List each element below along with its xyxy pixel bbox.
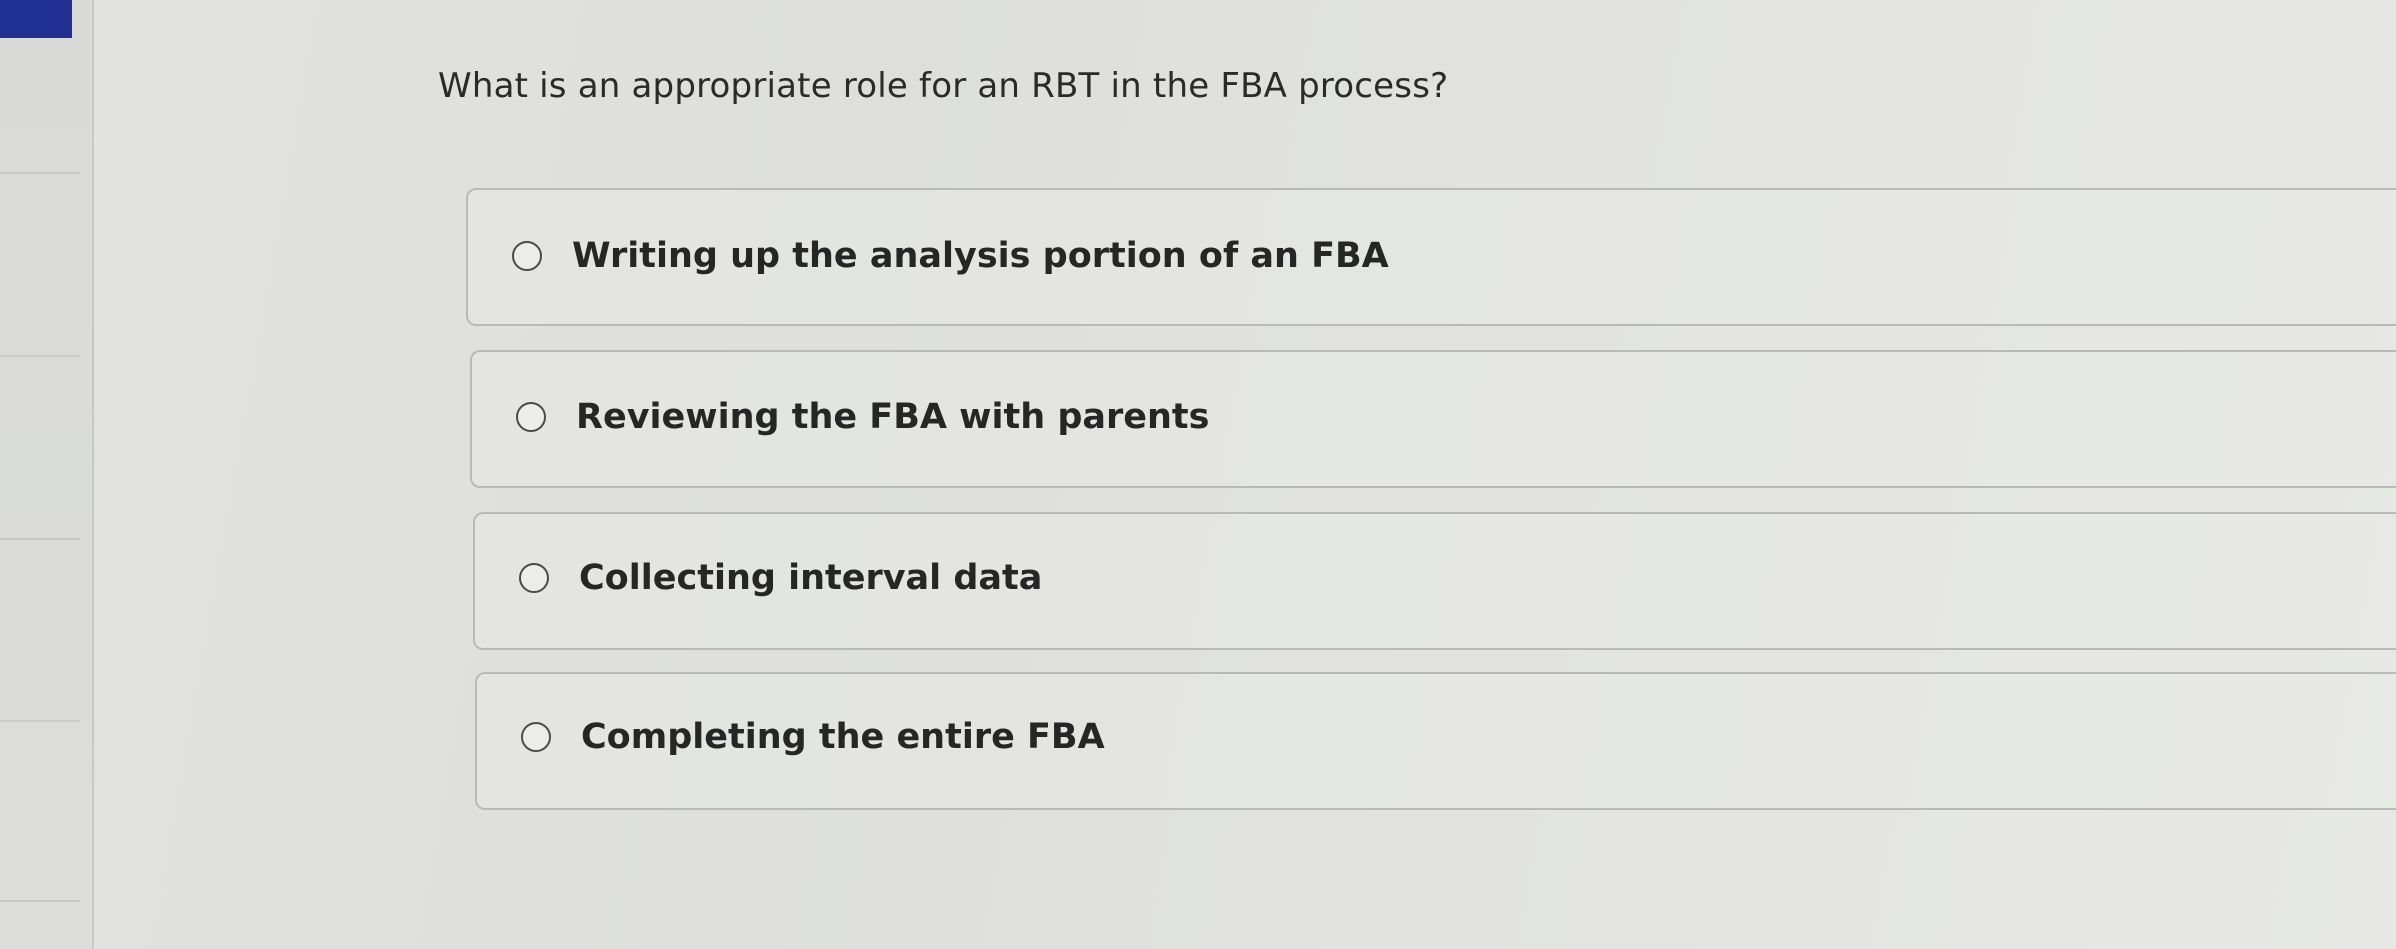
answer-option-2[interactable]: Reviewing the FBA with parents bbox=[470, 350, 2396, 488]
sidebar-accent-block bbox=[0, 0, 72, 38]
sidebar-divider bbox=[0, 538, 80, 540]
radio-button[interactable] bbox=[512, 241, 542, 271]
question-text: What is an appropriate role for an RBT i… bbox=[438, 66, 1449, 106]
radio-button[interactable] bbox=[521, 722, 551, 752]
sidebar-divider bbox=[0, 172, 80, 174]
left-sidebar bbox=[0, 0, 94, 949]
radio-button[interactable] bbox=[519, 563, 549, 593]
answer-option-4[interactable]: Completing the entire FBA bbox=[475, 672, 2396, 810]
sidebar-divider bbox=[0, 720, 80, 722]
answer-option-1[interactable]: Writing up the analysis portion of an FB… bbox=[466, 188, 2396, 326]
sidebar-divider bbox=[0, 355, 80, 357]
option-label: Reviewing the FBA with parents bbox=[576, 397, 1210, 437]
answer-option-3[interactable]: Collecting interval data bbox=[473, 512, 2396, 650]
option-label: Collecting interval data bbox=[579, 558, 1043, 598]
option-label: Completing the entire FBA bbox=[581, 717, 1105, 757]
radio-button[interactable] bbox=[516, 402, 546, 432]
option-label: Writing up the analysis portion of an FB… bbox=[572, 236, 1389, 276]
sidebar-divider bbox=[0, 900, 80, 902]
